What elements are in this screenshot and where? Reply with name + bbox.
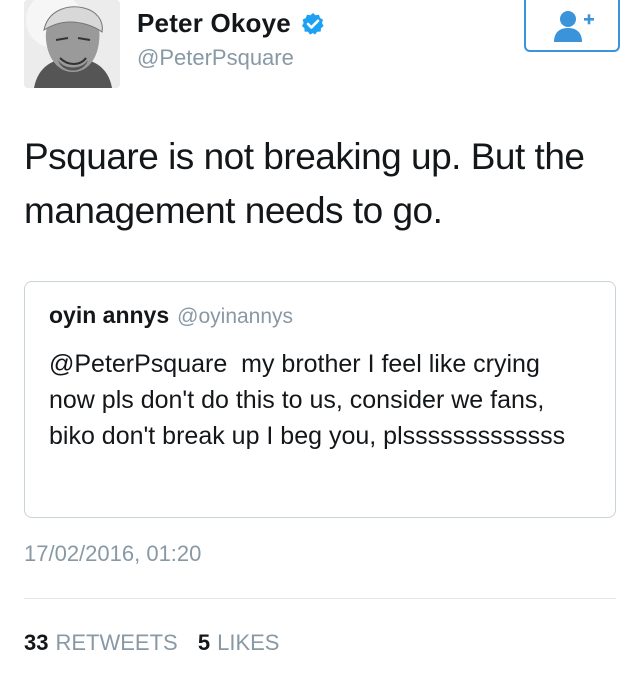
profile-photo-image [24, 0, 120, 88]
likes-stat[interactable]: 5 LIKES [198, 630, 280, 656]
divider [24, 598, 616, 599]
avatar[interactable] [24, 0, 120, 88]
verified-badge-icon [301, 12, 325, 36]
follow-button[interactable] [524, 0, 620, 52]
quoted-tweet-header: oyin annys @oyinannys [49, 302, 293, 329]
likes-count: 5 [197, 630, 211, 655]
quoted-tweet-card[interactable]: oyin annys @oyinannys @PeterPsquare my br… [24, 281, 616, 518]
follow-user-plus-icon [554, 11, 594, 42]
tweet-header: Peter Okoye @PeterPsquare [24, 0, 620, 92]
quoted-author-handle: @oyinannys [177, 305, 294, 328]
retweets-stat[interactable]: 33 RETWEETS [24, 630, 178, 656]
author-info: Peter Okoye @PeterPsquare [137, 8, 325, 71]
author-display-name[interactable]: Peter Okoye [137, 8, 291, 39]
quoted-tweet-text: @PeterPsquare my brother I feel like cry… [49, 350, 566, 450]
tweet-stats: 33 RETWEETS 5 LIKES [24, 630, 293, 656]
tweet-timestamp: 17/02/2016, 01:20 [24, 541, 202, 566]
quoted-author-name: oyin annys [49, 302, 170, 328]
retweets-count: 33 [24, 630, 49, 655]
tweet-text: Psquare is not breaking up. But the mana… [24, 136, 585, 231]
author-handle[interactable]: @PeterPsquare [137, 45, 325, 71]
retweets-label: RETWEETS [55, 630, 178, 655]
likes-label: LIKES [217, 630, 280, 655]
